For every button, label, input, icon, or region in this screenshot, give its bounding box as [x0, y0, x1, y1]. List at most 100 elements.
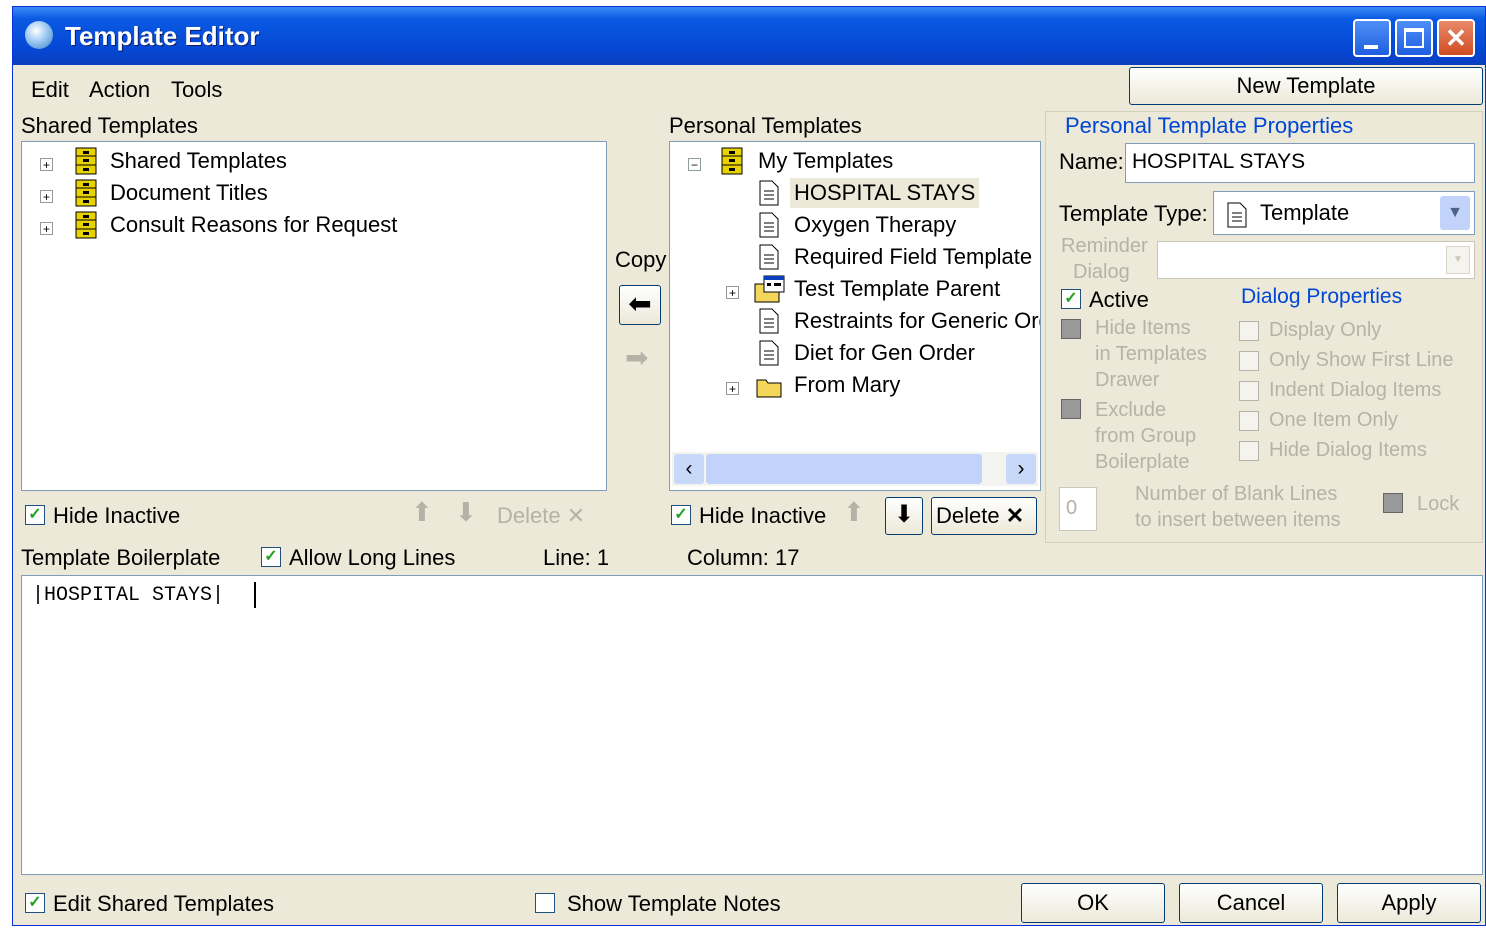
allow-long-lines-checkbox[interactable]: ✓: [261, 547, 281, 567]
move-up-icon[interactable]: ⬆: [411, 497, 433, 528]
reminder-dialog-label-1: Reminder: [1061, 235, 1148, 257]
cancel-button[interactable]: Cancel: [1179, 883, 1323, 923]
minimize-icon: [1364, 45, 1378, 49]
exclude-checkbox[interactable]: [1061, 399, 1081, 419]
apply-button[interactable]: Apply: [1337, 883, 1481, 923]
lock-checkbox[interactable]: [1383, 493, 1403, 513]
personal-templates-heading: Personal Templates: [669, 113, 862, 138]
template-editor-window: Template Editor ✕ Edit Action Tools New …: [12, 6, 1486, 926]
tree-item[interactable]: Shared Templates: [110, 146, 287, 176]
delete-x-icon: ✕: [566, 503, 586, 528]
only-show-first-line-checkbox[interactable]: [1239, 351, 1259, 371]
only-show-first-line-label: Only Show First Line: [1269, 349, 1454, 371]
name-input[interactable]: HOSPITAL STAYS: [1125, 143, 1475, 183]
menu-action[interactable]: Action: [89, 77, 150, 103]
ok-button[interactable]: OK: [1021, 883, 1165, 923]
template-drawer-icon: [720, 146, 744, 182]
document-icon: [758, 308, 780, 340]
shared-templates-tree[interactable]: + Shared Templates + Document Titles + C…: [21, 141, 607, 491]
arrow-down-icon: ⬇: [893, 501, 915, 528]
properties-heading: Personal Template Properties: [1065, 113, 1354, 138]
indent-dialog-items-checkbox[interactable]: [1239, 381, 1259, 401]
shared-hide-inactive-label: Hide Inactive: [53, 503, 181, 528]
hide-items-label-2: in Templates: [1095, 343, 1207, 365]
blank-lines-label-1: Number of Blank Lines: [1135, 483, 1338, 505]
hide-items-checkbox[interactable]: [1061, 319, 1081, 339]
blank-lines-label-2: to insert between items: [1135, 509, 1341, 531]
display-only-label: Display Only: [1269, 319, 1382, 341]
document-icon: [1226, 202, 1248, 234]
tree-item[interactable]: Required Field Template: [794, 242, 1032, 272]
edit-shared-label: Edit Shared Templates: [53, 891, 274, 916]
new-template-button[interactable]: New Template: [1129, 67, 1483, 105]
shared-hide-inactive-checkbox[interactable]: ✓: [25, 505, 45, 525]
collapse-icon[interactable]: −: [688, 158, 701, 171]
maximize-button[interactable]: [1395, 19, 1433, 57]
personal-delete-button[interactable]: Delete ✕: [931, 497, 1037, 535]
tree-item-selected[interactable]: HOSPITAL STAYS: [790, 178, 980, 208]
scroll-left-icon[interactable]: ‹: [674, 454, 704, 484]
name-label: Name:: [1059, 149, 1124, 174]
move-down-icon[interactable]: ⬇: [455, 497, 477, 528]
exclude-label-3: Boilerplate: [1095, 451, 1190, 473]
tree-root-my-templates[interactable]: My Templates: [758, 146, 893, 176]
one-item-only-checkbox[interactable]: [1239, 411, 1259, 431]
document-icon: [758, 244, 780, 276]
column-indicator: Column: 17: [687, 545, 800, 570]
scroll-thumb[interactable]: [706, 454, 982, 484]
app-globe-icon: [25, 21, 53, 49]
personal-templates-tree[interactable]: − My Templates HOSPITAL STAYS Oxygen The…: [669, 141, 1041, 491]
lock-label: Lock: [1417, 493, 1460, 515]
menu-edit[interactable]: Edit: [31, 77, 69, 103]
tree-item[interactable]: Oxygen Therapy: [794, 210, 956, 240]
shared-delete-label: Delete: [497, 503, 561, 528]
horizontal-scrollbar[interactable]: ‹ ›: [672, 452, 1038, 486]
boilerplate-editor[interactable]: |HOSPITAL STAYS|: [21, 575, 1483, 875]
menu-tools[interactable]: Tools: [171, 77, 222, 103]
expand-icon[interactable]: +: [40, 158, 53, 171]
delete-x-icon: ✕: [1005, 503, 1025, 528]
tree-item[interactable]: Document Titles: [110, 178, 268, 208]
expand-icon[interactable]: +: [40, 190, 53, 203]
personal-hide-inactive-label: Hide Inactive: [699, 503, 827, 528]
expand-icon[interactable]: +: [40, 222, 53, 235]
document-icon: [758, 340, 780, 372]
reminder-dialog-select[interactable]: ▼: [1157, 241, 1475, 279]
chevron-down-icon[interactable]: ▼: [1440, 196, 1470, 230]
template-type-value: Template: [1260, 200, 1350, 225]
exclude-label-2: from Group: [1095, 425, 1197, 447]
scroll-right-icon[interactable]: ›: [1006, 454, 1036, 484]
display-only-checkbox[interactable]: [1239, 321, 1259, 341]
copy-left-button[interactable]: ⬅: [619, 285, 661, 325]
tree-item[interactable]: Restraints for Generic Ord: [794, 306, 1040, 336]
template-type-select[interactable]: Template ▼: [1213, 191, 1475, 235]
title-bar[interactable]: Template Editor ✕: [13, 7, 1485, 65]
active-label: Active: [1089, 287, 1149, 312]
show-notes-checkbox[interactable]: [535, 893, 555, 913]
personal-hide-inactive-checkbox[interactable]: ✓: [671, 505, 691, 525]
active-checkbox[interactable]: ✓: [1061, 289, 1081, 309]
boilerplate-text: |HOSPITAL STAYS|: [32, 584, 225, 607]
blank-lines-input[interactable]: 0: [1059, 487, 1097, 531]
close-button[interactable]: ✕: [1437, 19, 1475, 57]
move-up-icon[interactable]: ⬆: [843, 497, 865, 528]
tree-item[interactable]: From Mary: [794, 370, 900, 400]
window-title: Template Editor: [65, 21, 260, 51]
edit-shared-checkbox[interactable]: ✓: [25, 893, 45, 913]
copy-right-icon[interactable]: ➡: [625, 341, 648, 374]
shared-delete-button[interactable]: Delete ✕: [497, 503, 585, 529]
hide-dialog-items-checkbox[interactable]: [1239, 441, 1259, 461]
expand-icon[interactable]: +: [726, 382, 739, 395]
reminder-dialog-label-2: Dialog: [1073, 261, 1130, 283]
expand-icon[interactable]: +: [726, 286, 739, 299]
template-drawer-icon: [74, 210, 98, 246]
move-down-button[interactable]: ⬇: [885, 497, 923, 535]
close-icon: ✕: [1445, 23, 1467, 53]
tree-item[interactable]: Test Template Parent: [794, 274, 1000, 304]
tree-item[interactable]: Diet for Gen Order: [794, 338, 975, 368]
tree-item[interactable]: Consult Reasons for Request: [110, 210, 397, 240]
minimize-button[interactable]: [1353, 19, 1391, 57]
template-drawer-icon: [74, 178, 98, 214]
folder-icon: [756, 376, 782, 404]
arrow-left-icon: ⬅: [628, 288, 652, 319]
